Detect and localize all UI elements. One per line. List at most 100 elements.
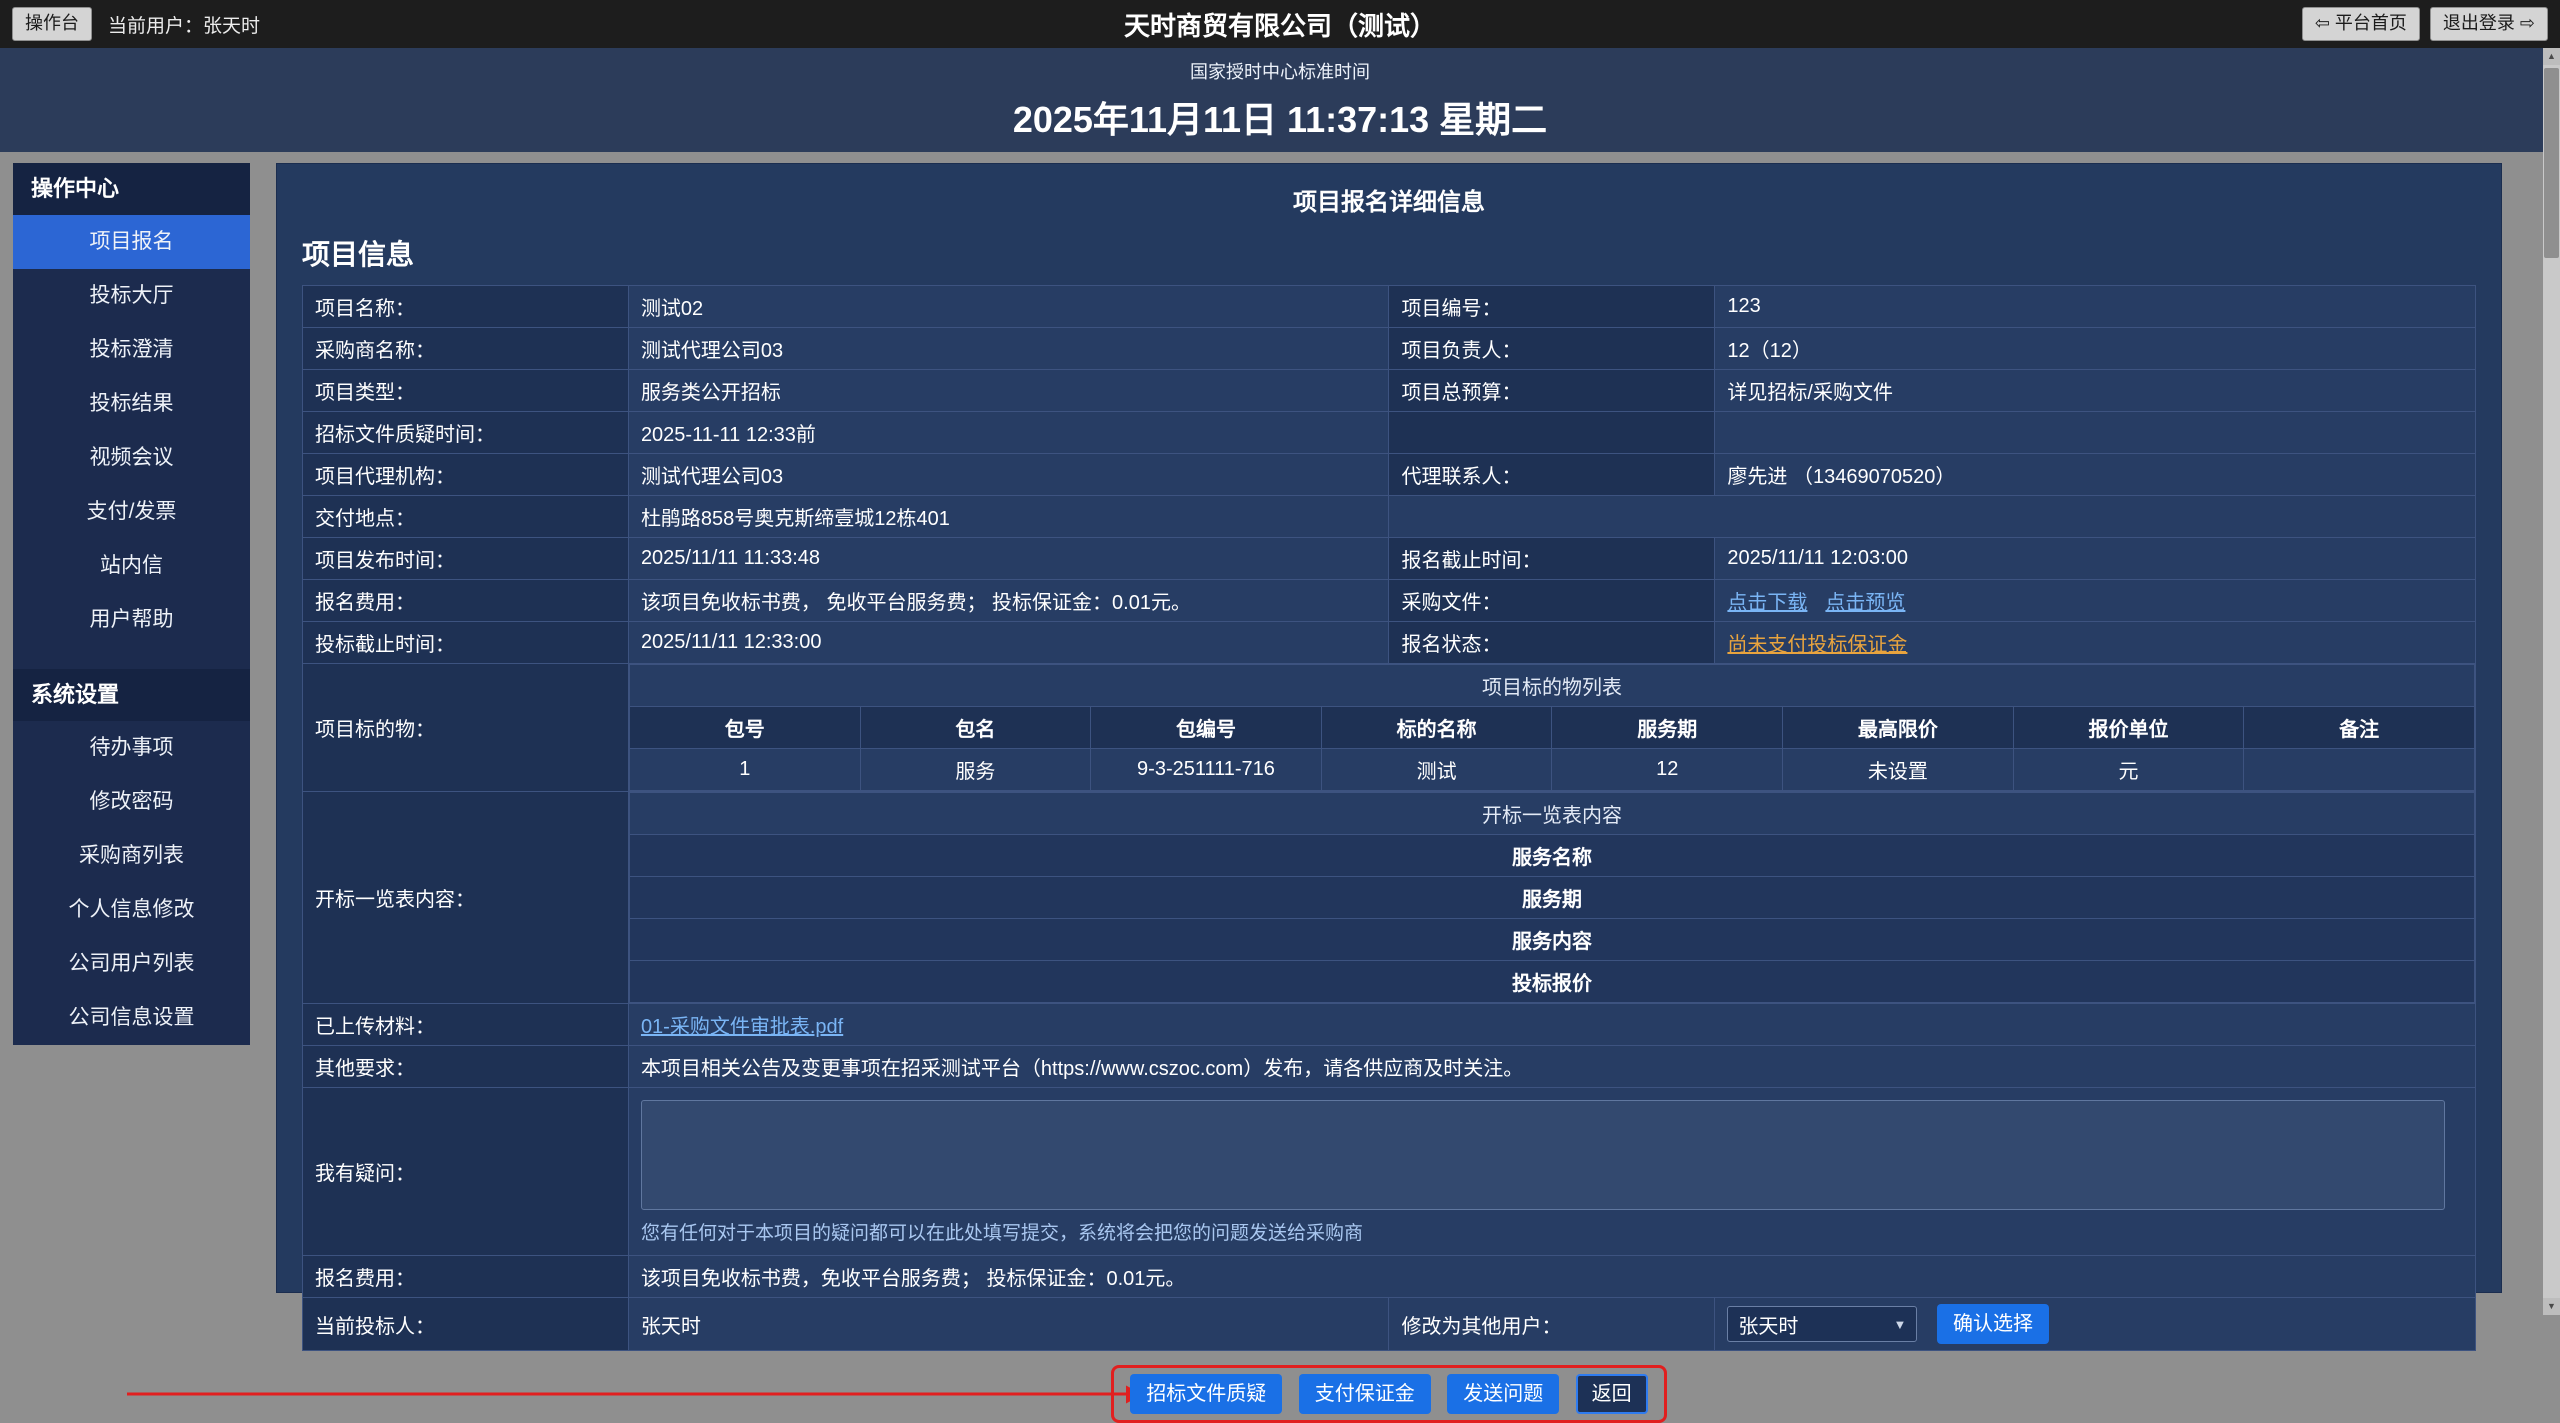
sidebar-item-purchaser-list[interactable]: 采购商列表 (13, 829, 250, 883)
table-row: 项目类型： 服务类公开招标 项目总预算： 详见招标/采购文件 (303, 370, 2476, 412)
question-textarea[interactable] (641, 1100, 2445, 1210)
field-label: 修改为其他用户： (1389, 1298, 1715, 1351)
field-value: 测试代理公司03 (628, 454, 1389, 496)
sidebar-item-messages[interactable]: 站内信 (13, 539, 250, 593)
send-question-button[interactable]: 发送问题 (1447, 1374, 1559, 1414)
preview-doc-link[interactable]: 点击预览 (1825, 592, 1905, 614)
scroll-down-icon[interactable]: ▼ (2543, 1298, 2560, 1315)
column-header: 包编号 (1091, 707, 1322, 749)
annotation-highlight-box: 招标文件质疑 支付保证金 发送问题 返回 (1111, 1365, 1666, 1423)
clock-datetime: 2025年11月11日 11:37:13 星期二 (0, 91, 2560, 143)
sidebar-item-company-users[interactable]: 公司用户列表 (13, 937, 250, 991)
platform-home-button[interactable]: ⇦ 平台首页 (2302, 7, 2420, 41)
sidebar-item-user-help[interactable]: 用户帮助 (13, 593, 250, 647)
sidebar-item-profile-edit[interactable]: 个人信息修改 (13, 883, 250, 937)
field-label: 投标截止时间： (303, 622, 629, 664)
field-label: 报名截止时间： (1389, 538, 1715, 580)
field-label: 项目编号： (1389, 286, 1715, 328)
opening-row: 投标报价 (629, 961, 2474, 1003)
console-button[interactable]: 操作台 (12, 7, 92, 41)
opening-row: 服务内容 (629, 919, 2474, 961)
field-value: 测试代理公司03 (628, 328, 1389, 370)
uploaded-file-link[interactable]: 01-采购文件审批表.pdf (641, 1016, 843, 1038)
sidebar-item-bid-hall[interactable]: 投标大厅 (13, 269, 250, 323)
download-doc-link[interactable]: 点击下载 (1727, 592, 1807, 614)
sidebar-item-pay-invoice[interactable]: 支付/发票 (13, 485, 250, 539)
field-label: 代理联系人： (1389, 454, 1715, 496)
field-label: 项目负责人： (1389, 328, 1715, 370)
field-label: 项目代理机构： (303, 454, 629, 496)
field-value: 杜鹃路858号奥克斯缔壹城12栋401 (628, 496, 1389, 538)
scrollbar[interactable]: ▲ ▼ (2543, 48, 2560, 1315)
sidebar-item-todo[interactable]: 待办事项 (13, 721, 250, 775)
field-label: 报名费用： (303, 580, 629, 622)
column-header: 包名 (860, 707, 1091, 749)
subject-table-data-row: 1 服务 9-3-251111-716 测试 12 未设置 元 (629, 749, 2474, 791)
opening-row: 服务期 (629, 877, 2474, 919)
cell: 测试 (1321, 749, 1552, 791)
sidebar-item-video-meeting[interactable]: 视频会议 (13, 431, 250, 485)
sidebar-item-change-password[interactable]: 修改密码 (13, 775, 250, 829)
topbar-right: ⇦ 平台首页 退出登录 ⇨ (2302, 7, 2548, 41)
field-label-empty (1389, 412, 1715, 454)
field-label: 采购文件： (1389, 580, 1715, 622)
current-user-label: 当前用户：张天时 (108, 11, 260, 38)
field-value: 2025/11/11 11:33:48 (628, 538, 1389, 580)
field-value: 服务类公开招标 (628, 370, 1389, 412)
field-value: 尚未支付投标保证金 (1715, 622, 2476, 664)
field-label: 项目类型： (303, 370, 629, 412)
change-user-cell: 张天时 ▼ 确认选择 (1715, 1298, 2476, 1351)
selected-user-label: 张天时 (1738, 1310, 1798, 1339)
column-header: 最高限价 (1783, 707, 2014, 749)
field-value: 01-采购文件审批表.pdf (628, 1004, 2475, 1046)
table-row: 项目代理机构： 测试代理公司03 代理联系人： 廖先进 （13469070520… (303, 454, 2476, 496)
table-row: 项目发布时间： 2025/11/11 11:33:48 报名截止时间： 2025… (303, 538, 2476, 580)
field-label: 开标一览表内容： (303, 792, 629, 1004)
cell: 12 (1552, 749, 1783, 791)
chevron-down-icon: ▼ (1894, 1317, 1907, 1332)
field-label: 项目标的物： (303, 664, 629, 792)
back-button[interactable]: 返回 (1576, 1374, 1648, 1414)
table-row: 报名费用： 该项目免收标书费，免收平台服务费； 投标保证金：0.01元。 (303, 1256, 2476, 1298)
company-title: 天时商贸有限公司（测试） (1124, 6, 1436, 43)
field-value-empty (1389, 496, 2476, 538)
table-row: 招标文件质疑时间： 2025-11-11 12:33前 (303, 412, 2476, 454)
pay-deposit-button[interactable]: 支付保证金 (1299, 1374, 1431, 1414)
question-hint: 您有任何对于本项目的疑问都可以在此处填写提交，系统将会把您的问题发送给采购商 (641, 1216, 2463, 1249)
field-value: 该项目免收标书费，免收平台服务费； 投标保证金：0.01元。 (628, 1256, 2475, 1298)
field-value: 详见招标/采购文件 (1715, 370, 2476, 412)
scroll-up-icon[interactable]: ▲ (2543, 48, 2560, 65)
field-label: 采购商名称： (303, 328, 629, 370)
topbar-left: 操作台 当前用户：张天时 (12, 7, 260, 41)
sidebar: 操作中心 项目报名 投标大厅 投标澄清 投标结果 视频会议 支付/发票 站内信 … (13, 163, 250, 1045)
sidebar-item-project-signup[interactable]: 项目报名 (13, 215, 250, 269)
change-user-select[interactable]: 张天时 ▼ (1727, 1306, 1917, 1342)
column-header: 备注 (2244, 707, 2475, 749)
subject-table-header-row: 包号 包名 包编号 标的名称 服务期 最高限价 报价单位 备注 (629, 707, 2474, 749)
table-row: 交付地点： 杜鹃路858号奥克斯缔壹城12栋401 (303, 496, 2476, 538)
table-row: 其他要求： 本项目相关公告及变更事项在招采测试平台（https://www.cs… (303, 1046, 2476, 1088)
doc-challenge-button[interactable]: 招标文件质疑 (1130, 1374, 1282, 1414)
page-title: 项目报名详细信息 (302, 174, 2476, 231)
field-label: 交付地点： (303, 496, 629, 538)
content-area: 操作中心 项目报名 投标大厅 投标澄清 投标结果 视频会议 支付/发票 站内信 … (0, 152, 2560, 1293)
cell: 元 (2013, 749, 2244, 791)
field-label: 已上传材料： (303, 1004, 629, 1046)
field-value: 本项目相关公告及变更事项在招采测试平台（https://www.cszoc.co… (628, 1046, 2475, 1088)
subject-table: 项目标的物列表 包号 包名 包编号 标的名称 服务期 最高限价 报价单位 (629, 664, 2475, 791)
field-label: 项目名称： (303, 286, 629, 328)
sidebar-item-bid-result[interactable]: 投标结果 (13, 377, 250, 431)
sidebar-item-company-settings[interactable]: 公司信息设置 (13, 991, 250, 1045)
field-value: 123 (1715, 286, 2476, 328)
signup-status-link[interactable]: 尚未支付投标保证金 (1727, 634, 1907, 656)
field-label: 项目总预算： (1389, 370, 1715, 412)
table-row-subject: 项目标的物： 项目标的物列表 包号 包名 包编号 (303, 664, 2476, 792)
logout-button[interactable]: 退出登录 ⇨ (2430, 7, 2548, 41)
section-title: 项目信息 (302, 233, 2476, 273)
sidebar-item-bid-clarify[interactable]: 投标澄清 (13, 323, 250, 377)
column-header: 报价单位 (2013, 707, 2244, 749)
field-label: 报名费用： (303, 1256, 629, 1298)
confirm-select-button[interactable]: 确认选择 (1937, 1304, 2049, 1344)
scrollbar-thumb[interactable] (2544, 68, 2559, 258)
opening-row: 服务名称 (629, 835, 2474, 877)
